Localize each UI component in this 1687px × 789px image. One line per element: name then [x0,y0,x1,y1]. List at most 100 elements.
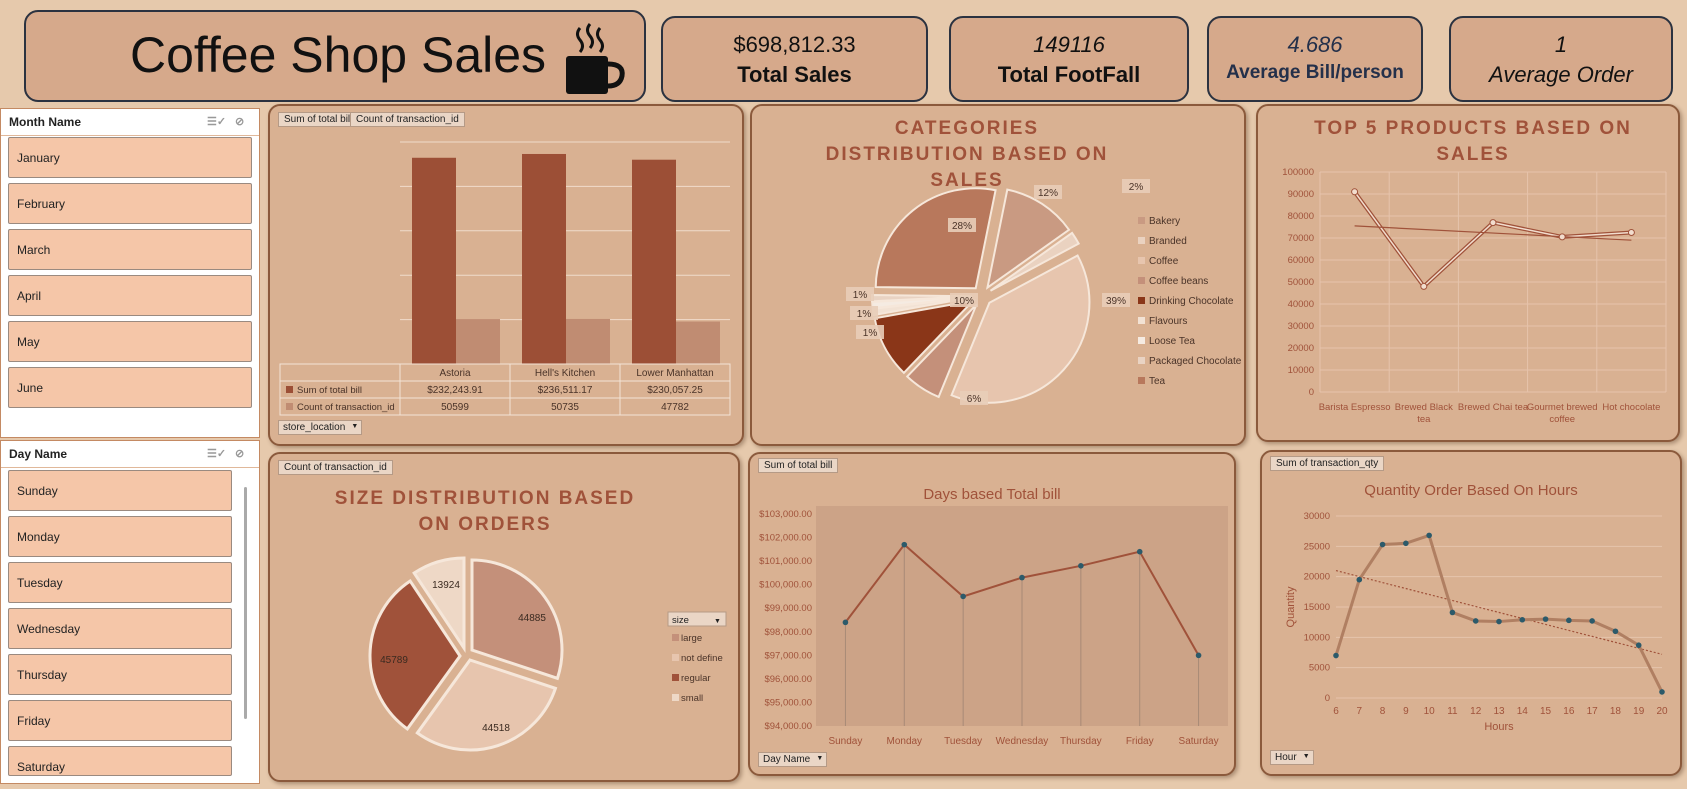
x-tick-label: 13 [1493,706,1505,717]
y-tick-label: 30000 [1304,511,1330,522]
y-tick-label: 0 [1325,693,1330,704]
y-tick-label: 10000 [1304,632,1330,643]
size-chart-card: Count of transaction_id SIZE DISTRIBUTIO… [268,452,740,782]
days-line-chart: $103,000.00 $102,000.00 $101,000.00 $100,00… [759,506,1228,747]
data-point [1542,616,1549,622]
x-tick-label: 10 [1424,706,1436,717]
y-tick-label: 10000 [1288,365,1314,376]
slicer-item-june[interactable]: June [8,367,252,408]
data-point [1426,532,1432,539]
slicer-item-march[interactable]: March [8,229,252,270]
x-tick-label: 14 [1517,706,1529,717]
y-tick-label: 20000 [1304,572,1330,583]
store-location-dropdown[interactable]: store_location [278,420,363,435]
slicer-item-february[interactable]: February [8,183,252,224]
legend-label: not define [681,653,723,664]
x-tick-label: 17 [1587,706,1599,717]
y-tick-label: $99,000.00 [764,603,812,614]
y-tick-label: $102,000.00 [759,533,812,544]
top5-line-chart: 1000009000080000700006000050000400003000… [1282,167,1667,425]
slicer-item-sunday[interactable]: Sunday [8,470,232,511]
x-tick-label: Brewed Chai tea [1458,402,1529,413]
data-label: 6% [967,394,982,405]
x-tick-label: Saturday [1179,736,1219,747]
x-tick-label: 15 [1540,706,1552,717]
data-label: 12% [1038,188,1058,199]
slicer-item-saturday[interactable]: Saturday [8,746,232,776]
data-point [1612,628,1619,635]
legend-label: Loose Tea [1149,336,1195,347]
data-point [1558,233,1566,241]
slicer-item-april[interactable]: April [8,275,252,316]
y-tick-label: 40000 [1288,299,1314,310]
slicer-item-monday[interactable]: Monday [8,516,232,557]
legend-label: Packaged Chocolate [1149,356,1242,367]
y-tick-label: $94,000.00 [764,721,812,732]
data-point [1627,229,1635,236]
x-tick-label: 20 [1656,706,1668,717]
data-label: 39% [1106,296,1126,307]
size-pie-chart: 44885 44518 45789 13924 size ▼ large not define… [368,556,727,752]
y-tick-label: 0 [1309,387,1314,398]
legend-key [1138,257,1145,264]
store-chart-card: Sum of total bill Count of transaction_i… [268,104,744,446]
hours-chart-card: Sum of transaction_qty Quantity Order Ba… [1260,450,1682,776]
data-point [1195,652,1202,659]
legend-key [1138,237,1145,244]
y-tick-label: 5000 [1309,663,1330,674]
data-label: 1% [853,290,868,301]
legend-label: regular [681,673,711,684]
multi-select-icon[interactable]: ☰✓ [207,448,226,460]
table-cell: 50599 [441,402,469,413]
data-point [1356,576,1363,583]
y-tick-label: $103,000.00 [759,509,812,520]
day-name-dropdown[interactable]: Day Name [758,752,828,767]
data-point [1379,541,1386,548]
x-tick-label: 7 [1357,706,1363,717]
clear-filter-icon[interactable]: ⊘ [235,116,249,128]
slicer-item-may[interactable]: May [8,321,252,362]
slicer-scrollbar[interactable] [244,487,247,719]
x-tick-label: Gourmet brewed [1527,402,1598,413]
y-tick-label: 70000 [1288,233,1314,244]
slicer-item-tuesday[interactable]: Tuesday [8,562,232,603]
y-tick-label: 50000 [1288,277,1314,288]
multi-select-icon[interactable]: ☰✓ [207,116,226,128]
data-point [1420,282,1428,290]
clear-filter-icon[interactable]: ⊘ [235,448,249,460]
y-tick-label: $101,000.00 [759,556,812,567]
y-tick-label: 90000 [1288,189,1314,200]
data-point [1635,642,1642,649]
slicer-item-wednesday[interactable]: Wednesday [8,608,232,649]
days-chart-card: Sum of total bill Days based Total bill … [748,452,1236,776]
x-tick-label: 6 [1333,706,1339,717]
x-axis-title: Hours [1484,721,1514,733]
kpi-average-order: 1 Average Order [1449,16,1673,102]
data-point [1449,609,1456,616]
slicer-item-january[interactable]: January [8,137,252,178]
data-point [1472,618,1479,624]
legend-label: small [681,693,703,704]
x-tick-label: 12 [1470,706,1482,717]
hour-dropdown[interactable]: Hour [1270,750,1314,765]
kpi-value: 4.686 [1287,32,1343,57]
x-tick-label: coffee [1549,414,1575,425]
table-row-label: Count of transaction_id [297,402,395,413]
page-title: Coffee Shop Sales [130,27,547,83]
legend-key [672,654,679,661]
legend-title: size [672,615,689,626]
slicer-item-thursday[interactable]: Thursday [8,654,232,695]
y-tick-label: $96,000.00 [764,674,812,685]
x-tick-label: Brewed Black [1395,402,1453,413]
pie-slice [470,558,564,681]
x-tick-label: 8 [1380,706,1386,717]
chevron-down-icon: ▼ [714,618,721,625]
data-point [1351,188,1359,196]
x-tick-label: Monday [886,736,922,747]
header-card: Coffee Shop Sales [24,10,646,102]
x-tick-label: Hot chocolate [1602,402,1660,413]
slicer-item-friday[interactable]: Friday [8,700,232,741]
data-point [1659,689,1665,695]
legend-key [1138,317,1145,324]
y-tick-label: 25000 [1304,541,1330,552]
